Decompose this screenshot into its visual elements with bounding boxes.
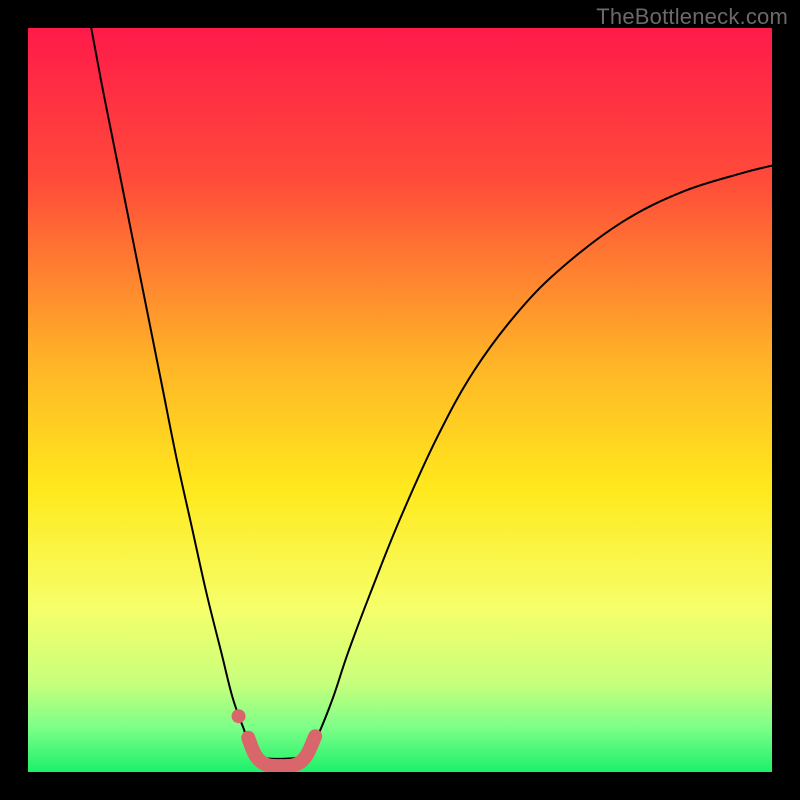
gradient-background: [28, 28, 772, 772]
watermark-text: TheBottleneck.com: [596, 4, 788, 30]
left-dot: [232, 709, 246, 723]
plot-area: [28, 28, 772, 772]
bottleneck-chart: [28, 28, 772, 772]
chart-frame: TheBottleneck.com: [0, 0, 800, 800]
